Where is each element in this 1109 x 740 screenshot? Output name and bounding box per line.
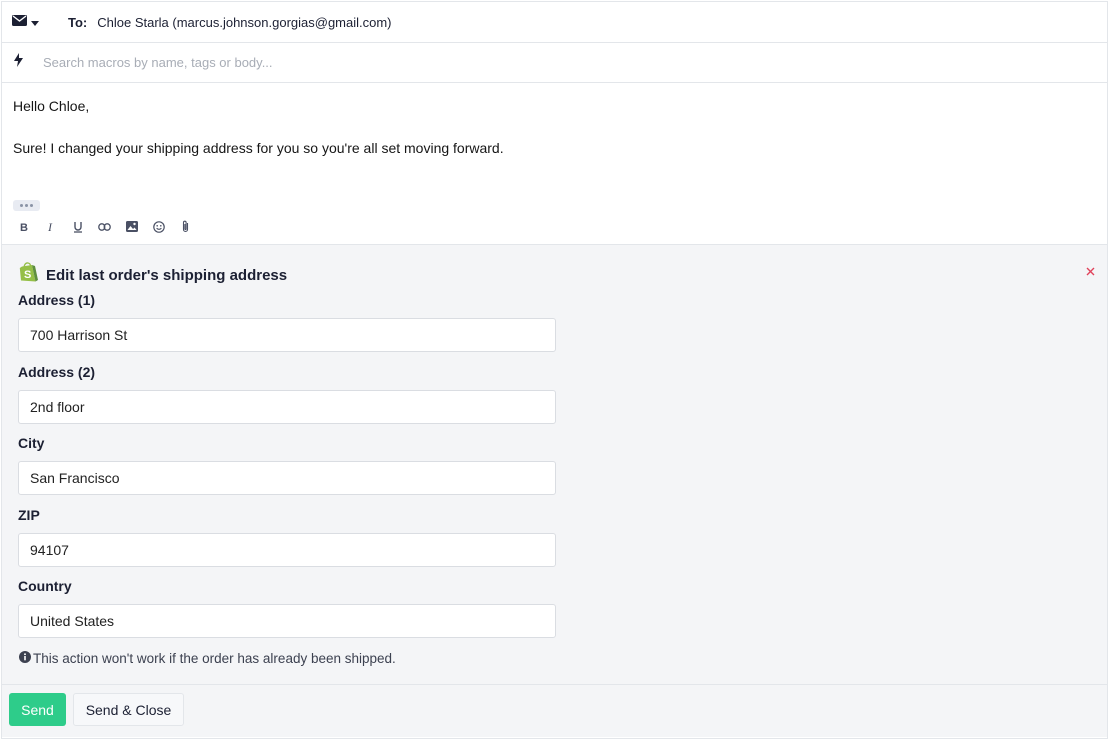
address1-label: Address (1)	[18, 292, 96, 308]
image-icon[interactable]	[123, 218, 140, 235]
info-icon	[19, 651, 31, 666]
reply-footer: Send Send & Close	[2, 685, 1107, 737]
macro-search-input[interactable]	[43, 55, 643, 70]
mail-icon	[12, 13, 27, 31]
close-icon[interactable]	[1086, 263, 1095, 281]
recipient-row: To: Chloe Starla (marcus.johnson.gorgias…	[2, 2, 1107, 43]
message-text: Sure! I changed your shipping address fo…	[13, 140, 504, 156]
panel-title: Edit last order's shipping address	[46, 266, 288, 284]
address1-input[interactable]	[18, 318, 556, 352]
edit-shipping-address-panel: S Edit last order's shipping address Add…	[2, 245, 1107, 685]
address2-input[interactable]	[18, 390, 556, 424]
channel-selector[interactable]	[12, 13, 60, 31]
to-label: To:	[68, 14, 88, 30]
bold-icon[interactable]: B	[15, 218, 32, 235]
send-button[interactable]: Send	[9, 693, 66, 726]
city-label: City	[18, 435, 45, 451]
panel-header: S Edit last order's shipping address	[19, 262, 287, 288]
svg-text:S: S	[24, 269, 31, 281]
notice-text: This action won't work if the order has …	[33, 651, 396, 666]
chevron-down-icon	[31, 13, 39, 31]
message-greeting: Hello Chloe,	[13, 98, 90, 114]
macro-search-row	[2, 43, 1107, 83]
message-body[interactable]: Hello Chloe, Sure! I changed your shippi…	[2, 83, 1107, 245]
country-label: Country	[18, 578, 72, 594]
send-and-close-button[interactable]: Send & Close	[73, 693, 184, 726]
formatting-toolbar: B I	[15, 218, 194, 235]
shipping-notice: This action won't work if the order has …	[19, 651, 396, 666]
link-icon[interactable]	[96, 218, 113, 235]
zip-input[interactable]	[18, 533, 556, 567]
city-input[interactable]	[18, 461, 556, 495]
svg-text:B: B	[20, 222, 28, 232]
emoji-icon[interactable]	[150, 218, 167, 235]
italic-icon[interactable]: I	[42, 218, 59, 235]
recipient-field[interactable]: Chloe Starla (marcus.johnson.gorgias@gma…	[97, 15, 391, 30]
country-input[interactable]	[18, 604, 556, 638]
attachment-icon[interactable]	[177, 218, 194, 235]
show-quoted-text-button[interactable]	[13, 200, 40, 211]
shopify-icon: S	[19, 262, 38, 288]
lightning-icon	[14, 53, 23, 72]
underline-icon[interactable]	[69, 218, 86, 235]
reply-editor: To: Chloe Starla (marcus.johnson.gorgias…	[1, 1, 1108, 739]
zip-label: ZIP	[18, 507, 40, 523]
address2-label: Address (2)	[18, 364, 96, 380]
svg-text:I: I	[47, 221, 53, 232]
